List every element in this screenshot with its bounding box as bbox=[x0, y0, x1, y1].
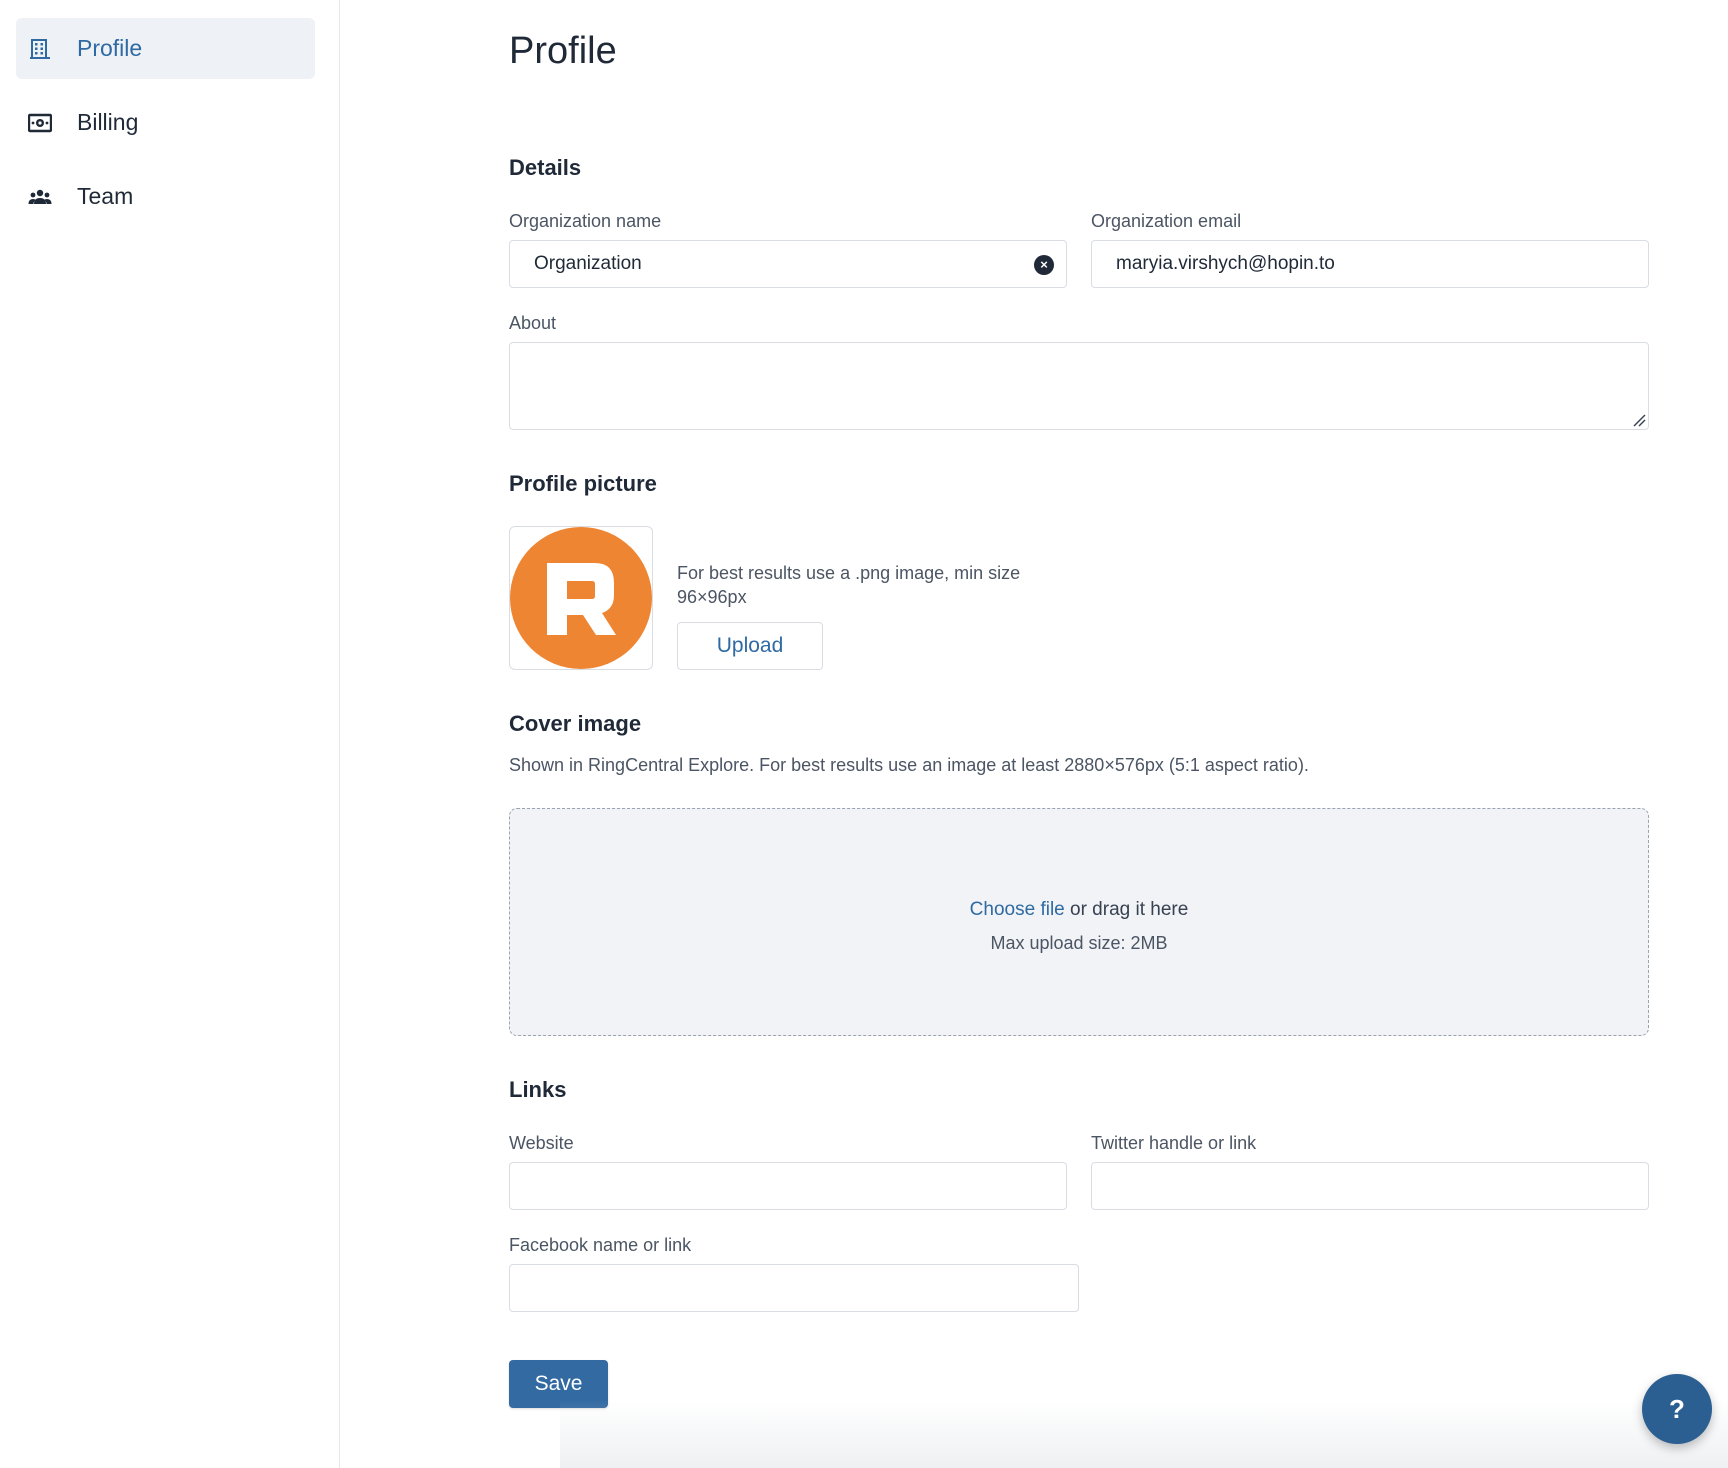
clear-icon[interactable]: × bbox=[1034, 255, 1054, 275]
ringcentral-logo-icon bbox=[510, 527, 652, 669]
cover-image-heading: Cover image bbox=[509, 711, 642, 736]
team-icon bbox=[28, 185, 52, 209]
facebook-label: Facebook name or link bbox=[509, 1235, 692, 1255]
sidebar: Profile Billing Team bbox=[0, 0, 340, 1468]
sidebar-item-label: Team bbox=[77, 183, 134, 209]
org-email-input[interactable]: maryia.virshych@hopin.to bbox=[1091, 240, 1649, 288]
profile-picture-heading: Profile picture bbox=[509, 471, 657, 496]
website-label: Website bbox=[509, 1133, 574, 1153]
org-email-value: maryia.virshych@hopin.to bbox=[1116, 253, 1335, 274]
money-icon bbox=[28, 111, 52, 135]
org-name-value: Organization bbox=[534, 253, 642, 274]
resize-handle-icon[interactable] bbox=[1632, 413, 1646, 427]
upload-button[interactable]: Upload bbox=[677, 622, 823, 670]
details-heading: Details bbox=[509, 155, 582, 180]
choose-file-link[interactable]: Choose file bbox=[970, 899, 1065, 920]
drag-text: or drag it here bbox=[1064, 899, 1189, 920]
help-button[interactable]: ? bbox=[1642, 1374, 1712, 1444]
website-input[interactable] bbox=[509, 1162, 1067, 1210]
cover-image-description: Shown in RingCentral Explore. For best r… bbox=[509, 755, 1309, 775]
cover-image-dropzone[interactable]: Choose file or drag it here Max upload s… bbox=[509, 808, 1649, 1036]
twitter-label: Twitter handle or link bbox=[1091, 1133, 1257, 1153]
sidebar-item-profile[interactable]: Profile bbox=[16, 18, 315, 79]
sidebar-item-billing[interactable]: Billing bbox=[16, 92, 315, 153]
max-upload-size: Max upload size: 2MB bbox=[990, 933, 1168, 953]
facebook-input[interactable] bbox=[509, 1264, 1079, 1312]
profile-picture-hint: For best results use a .png image, min s… bbox=[677, 563, 1021, 607]
sidebar-item-label: Billing bbox=[77, 109, 139, 135]
about-label: About bbox=[509, 313, 557, 333]
bottom-fade bbox=[560, 1400, 1728, 1468]
org-name-label: Organization name bbox=[509, 211, 662, 231]
twitter-input[interactable] bbox=[1091, 1162, 1649, 1210]
sidebar-item-team[interactable]: Team bbox=[16, 166, 315, 227]
org-email-label: Organization email bbox=[1091, 211, 1242, 231]
page-title: Profile bbox=[509, 30, 617, 72]
avatar bbox=[509, 526, 653, 670]
building-icon bbox=[28, 37, 52, 61]
sidebar-item-label: Profile bbox=[77, 35, 143, 61]
org-name-input[interactable]: Organization × bbox=[509, 240, 1067, 288]
about-textarea[interactable] bbox=[509, 342, 1649, 430]
dropzone-instructions: Choose file or drag it here bbox=[510, 899, 1648, 921]
links-heading: Links bbox=[509, 1077, 567, 1102]
